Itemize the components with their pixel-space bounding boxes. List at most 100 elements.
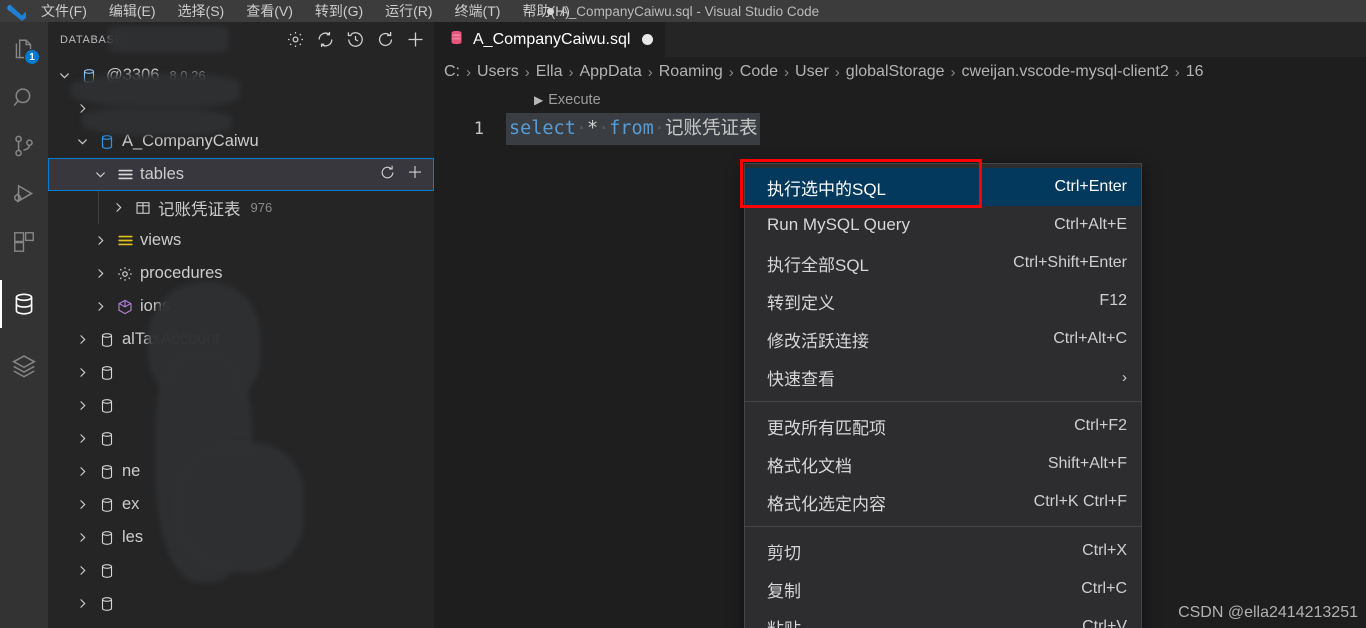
ctx-execute-selected-sql[interactable]: 执行选中的SQL Ctrl+Enter [745,168,1141,206]
chevron-right-icon[interactable] [70,596,94,611]
chevron-down-icon[interactable] [88,167,112,182]
chevron-right-icon[interactable] [70,497,94,512]
chevron-right-icon[interactable] [70,398,94,413]
menu-help[interactable]: 帮助(H) [511,0,580,22]
chevron-right-icon[interactable] [70,530,94,545]
procedures-group-node[interactable]: procedures [48,257,434,290]
breadcrumb-item[interactable]: Users [477,63,519,81]
chevron-right-icon[interactable] [70,563,94,578]
chevron-right-icon[interactable] [70,431,94,446]
code-text-selected[interactable]: select·*·from·记账凭证表 [506,113,761,145]
line-number: 1 [473,119,484,139]
menu-separator [745,526,1141,527]
chevron-down-icon[interactable] [52,68,76,83]
editor-tab-a-companycaiwu-sql[interactable]: A_CompanyCaiwu.sql [434,22,667,57]
menu-goto[interactable]: 转到(G) [304,0,374,22]
ctx-copy[interactable]: 复制 Ctrl+C [745,570,1141,608]
settings-gear-icon[interactable] [284,29,306,51]
chevron-down-icon[interactable] [70,134,94,149]
menu-view[interactable]: 查看(V) [235,0,304,22]
breadcrumb-item[interactable]: Roaming [659,63,723,81]
ctx-change-active-connection[interactable]: 修改活跃连接 Ctrl+Alt+C [745,320,1141,358]
breadcrumb-item[interactable]: AppData [579,63,641,81]
indent-guide [98,191,99,224]
chevron-right-icon[interactable] [88,233,112,248]
breadcrumb-item[interactable]: User [795,63,829,81]
ctx-go-to-definition[interactable]: 转到定义 F12 [745,282,1141,320]
breadcrumb-item[interactable]: Code [740,63,778,81]
codelens-label[interactable]: Execute [548,92,600,108]
database-node-2[interactable] [48,356,434,389]
tab-dirty-indicator-icon[interactable] [642,34,654,45]
editor-context-menu[interactable]: 执行选中的SQL Ctrl+Enter Run MySQL Query Ctrl+Al… [744,163,1142,628]
tree-row-actions[interactable] [379,163,434,186]
connection-node[interactable]: @3306 8.0.26 [48,59,434,92]
editor-tab-bar[interactable]: A_CompanyCaiwu.sql [434,22,1366,57]
ctx-format-selection[interactable]: 格式化选定内容 Ctrl+K Ctrl+F [745,483,1141,521]
table-node-jizhangpingzhengbiao[interactable]: 记账凭证表 976 [48,191,434,224]
menu-item-label: 快速查看 [767,369,835,389]
database-node-7[interactable]: les [48,521,434,554]
source-control-icon[interactable] [0,122,48,170]
sidebar-action-bar[interactable] [284,29,426,51]
run-and-debug-icon[interactable] [0,170,48,218]
views-group-node[interactable]: views [48,224,434,257]
database-icon [94,463,120,481]
explorer-icon[interactable]: 1 [0,26,48,74]
chevron-right-icon[interactable] [70,365,94,380]
ctx-run-mysql-query[interactable]: Run MySQL Query Ctrl+Alt+E [745,206,1141,244]
ctx-execute-all-sql[interactable]: 执行全部SQL Ctrl+Shift+Enter [745,244,1141,282]
database-node-8[interactable] [48,554,434,587]
database-node-a-companycaiwu[interactable]: A_CompanyCaiwu [48,125,434,158]
tree-item-meta: 8.0.26 [169,68,206,83]
tables-group-node[interactable]: tables [48,158,434,191]
layers-icon[interactable] [0,342,48,390]
functions-group-node[interactable]: ions [48,290,434,323]
chevron-right-icon[interactable] [106,200,130,215]
menu-item-shortcut: Ctrl+C [1081,580,1127,597]
sync-icon[interactable] [314,29,336,51]
breadcrumb[interactable]: C: › Users › Ella › AppData › Roaming › Code › User ›… [434,57,1366,87]
menu-selection[interactable]: 选择(S) [167,0,236,22]
add-table-icon[interactable] [406,163,424,186]
chevron-right-icon[interactable] [88,266,112,281]
search-icon[interactable] [0,74,48,122]
menu-run[interactable]: 运行(R) [374,0,443,22]
database-node-5[interactable]: ne [48,455,434,488]
refresh-icon[interactable] [374,29,396,51]
refresh-icon[interactable] [379,164,396,186]
breadcrumb-item[interactable]: cweijan.vscode-mysql-client2 [962,63,1169,81]
chevron-right-icon[interactable] [70,101,94,116]
ctx-paste[interactable]: 粘贴 Ctrl+V [745,608,1141,628]
ctx-peek[interactable]: 快速查看 › [745,358,1141,396]
add-connection-icon[interactable] [404,29,426,51]
chevron-right-icon[interactable] [70,332,94,347]
chevron-right-icon[interactable] [88,299,112,314]
menu-edit[interactable]: 编辑(E) [98,0,167,22]
database-tree[interactable]: @3306 8.0.26 A_CompanyCaiwu tables 记账凭证表 976 v… [48,57,434,620]
breadcrumb-item[interactable]: Ella [536,63,563,81]
database-node-taxaccount[interactable]: alTaxAccount [48,323,434,356]
database-node-6[interactable]: ex [48,488,434,521]
menu-terminal[interactable]: 终端(T) [444,0,512,22]
database-node-9[interactable] [48,587,434,620]
ctx-change-all-occurrences[interactable]: 更改所有匹配项 Ctrl+F2 [745,407,1141,445]
ctx-cut[interactable]: 剪切 Ctrl+X [745,532,1141,570]
breadcrumb-separator-icon: › [728,63,734,81]
breadcrumb-item[interactable]: C: [444,63,460,81]
breadcrumb-item[interactable]: 16 [1186,63,1204,81]
chevron-right-icon[interactable] [70,464,94,479]
watermark: CSDN @ella2414213251 [1178,604,1358,621]
activity-bar[interactable]: 1 [0,22,48,628]
ctx-format-document[interactable]: 格式化文档 Shift+Alt+F [745,445,1141,483]
tree-node-hidden[interactable] [48,92,434,125]
database-node-4[interactable] [48,422,434,455]
menu-file[interactable]: 文件(F) [30,0,98,22]
history-icon[interactable] [344,29,366,51]
breadcrumb-item[interactable]: globalStorage [846,63,945,81]
extensions-icon[interactable] [0,218,48,266]
database-icon[interactable] [0,280,48,328]
database-node-3[interactable] [48,389,434,422]
menu-bar[interactable]: 文件(F) 编辑(E) 选择(S) 查看(V) 转到(G) 运行(R) 终端(T) 帮助(H) [30,0,581,22]
codelens-execute[interactable]: ▶ Execute [434,87,1366,113]
